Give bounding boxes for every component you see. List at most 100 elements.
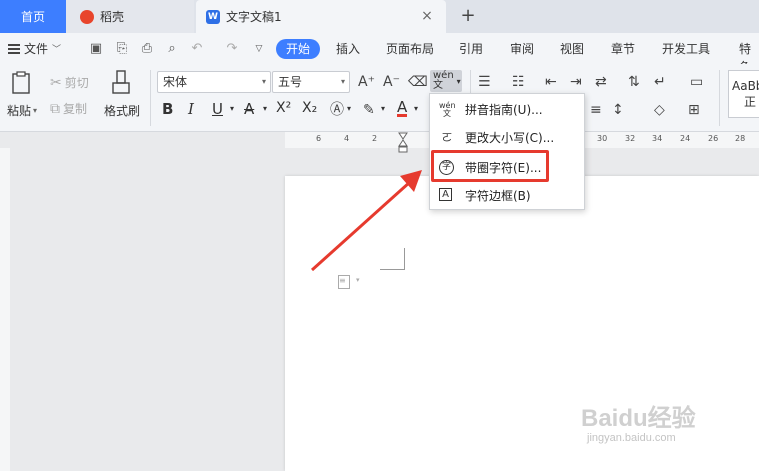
subscript-button[interactable]: X₂ xyxy=(302,100,317,116)
tab-developer[interactable]: 开发工具 xyxy=(662,40,710,58)
bold-button[interactable]: B xyxy=(162,100,173,118)
borders-icon[interactable]: ⊞ xyxy=(688,102,700,118)
increase-font-icon[interactable]: A⁺ xyxy=(358,74,375,90)
line-spacing-icon[interactable]: ↕ xyxy=(612,102,624,118)
scissors-icon: ✂ xyxy=(50,74,62,91)
vertical-ruler[interactable] xyxy=(0,148,10,471)
superscript-button[interactable]: X² xyxy=(276,100,291,116)
chevron-down-icon[interactable]: ▾ xyxy=(230,104,234,113)
save-icon[interactable]: ▣ xyxy=(88,41,104,57)
cut-button[interactable]: ✂ 剪切 xyxy=(50,74,89,91)
underline-button[interactable]: U xyxy=(212,100,223,118)
chevron-down-icon: ▾ xyxy=(33,106,38,115)
copy-button[interactable]: ⧉ 复制 xyxy=(50,100,87,117)
chevron-down-icon: ▾ xyxy=(261,77,266,86)
draft-app-icon xyxy=(80,9,94,24)
undo-icon[interactable]: ↶ xyxy=(189,41,205,57)
font-name-value: 宋体 xyxy=(163,75,188,89)
hamburger-icon xyxy=(8,43,20,54)
increase-indent-icon[interactable]: ⇥ xyxy=(570,74,582,90)
tab-draft-label: 稻壳 xyxy=(100,10,125,24)
close-tab-icon[interactable]: × xyxy=(420,9,434,23)
strikethrough-button[interactable]: A xyxy=(244,100,254,118)
paste-label: 粘贴 xyxy=(7,104,32,118)
tab-view[interactable]: 视图 xyxy=(560,40,584,58)
chevron-down-icon: ﹀ xyxy=(52,45,62,55)
font-name-select[interactable]: 宋体 ▾ xyxy=(157,71,271,93)
table-grid-icon[interactable]: ▭ xyxy=(690,74,703,90)
ribbon: 粘贴 ▾ ✂ 剪切 ⧉ 复制 格式刷 宋体 ▾ 五号 ▾ A⁺ A⁻ ⌫ wén… xyxy=(0,64,759,132)
menu-item-pinyin-guide[interactable]: wén 文 拼音指南(U)... xyxy=(430,96,584,124)
menu-item-label: 拼音指南(U)... xyxy=(465,103,543,117)
pointer-arrow xyxy=(310,170,422,272)
baidu-watermark: Baidu经验 jingyan.baidu.com xyxy=(581,398,721,458)
divider xyxy=(719,70,720,126)
ruler-number: 28 xyxy=(735,134,746,143)
tab-review[interactable]: 审阅 xyxy=(510,40,534,58)
pinyin-guide-button[interactable]: wén 文 ▾ xyxy=(430,70,462,92)
divider xyxy=(150,70,151,126)
paste-icon[interactable] xyxy=(10,70,34,96)
new-tab-icon[interactable]: + xyxy=(458,6,478,26)
font-size-select[interactable]: 五号 ▾ xyxy=(272,71,350,93)
italic-button[interactable]: I xyxy=(188,100,194,118)
chevron-down-icon[interactable]: ▾ xyxy=(347,104,351,113)
shading-icon[interactable]: ◇ xyxy=(654,102,665,118)
highlight-annotation xyxy=(431,150,549,182)
file-menu[interactable]: 文件 ﹀ xyxy=(8,40,61,57)
pinyin-icon: wén 文 xyxy=(439,101,456,118)
ruler-number: 24 xyxy=(680,134,691,143)
font-color-button[interactable]: A xyxy=(397,100,408,117)
watermark-logo-text: Baidu经验 xyxy=(581,405,696,432)
paragraph-mark-icon[interactable]: ↵ xyxy=(654,74,666,90)
ruler-number: 26 xyxy=(708,134,719,143)
tab-document-label: 文字文稿1 xyxy=(226,10,282,24)
chevron-down-icon: ▾ xyxy=(340,77,345,86)
ruler-number: 32 xyxy=(625,134,636,143)
sort-icon[interactable]: ⇅ xyxy=(628,74,640,90)
align-justify-icon[interactable]: ≡ xyxy=(590,102,602,118)
menu-item-character-border[interactable]: A 字符边框(B) xyxy=(430,182,584,210)
menu-item-label: 更改大小写(C)... xyxy=(465,131,555,145)
indent-marker-icon[interactable] xyxy=(398,132,408,154)
tab-chapter[interactable]: 章节 xyxy=(611,40,635,58)
paste-button[interactable]: 粘贴 ▾ xyxy=(7,102,37,119)
tab-references[interactable]: 引用 xyxy=(459,40,483,58)
format-painter-icon[interactable] xyxy=(111,70,131,96)
copy-icon: ⧉ xyxy=(50,100,60,117)
chevron-down-icon[interactable]: ▾ xyxy=(381,104,385,113)
print-icon[interactable]: ⎙ xyxy=(139,41,155,57)
font-size-value: 五号 xyxy=(278,75,303,89)
format-painter-label: 格式刷 xyxy=(104,104,141,118)
export-icon[interactable]: ⎘ xyxy=(114,41,130,57)
text-effect-icon[interactable]: Ⓐ xyxy=(330,102,344,118)
print-preview-icon[interactable]: ⌕ xyxy=(164,41,180,57)
decrease-font-icon[interactable]: A⁻ xyxy=(383,74,400,90)
tab-draft[interactable]: 稻壳 xyxy=(66,0,194,33)
tab-home[interactable]: 首页 xyxy=(0,0,66,33)
style-preview: AaBb xyxy=(732,79,759,93)
tab-page-layout[interactable]: 页面布局 xyxy=(386,40,434,58)
ruler-number: 2 xyxy=(372,134,378,143)
ruler-number: 4 xyxy=(344,134,350,143)
tab-document[interactable]: W 文字文稿1 × xyxy=(196,0,446,33)
style-gallery[interactable]: AaBb 正 xyxy=(728,70,759,118)
writer-doc-icon: W xyxy=(206,9,220,24)
tab-insert[interactable]: 插入 xyxy=(336,40,360,58)
decrease-indent-icon[interactable]: ⇤ xyxy=(545,74,557,90)
highlight-icon[interactable]: ✎ xyxy=(363,102,375,118)
customize-toolbar-icon[interactable]: ▽ xyxy=(251,41,267,57)
chevron-down-icon: ▾ xyxy=(456,76,461,86)
tab-start[interactable]: 开始 xyxy=(276,39,321,59)
bullet-list-icon[interactable]: ☰ xyxy=(478,74,491,90)
tab-special[interactable]: 特色 xyxy=(739,40,759,74)
change-case-icon: ㄛ xyxy=(441,131,453,144)
format-painter-button[interactable]: 格式刷 xyxy=(104,102,140,119)
redo-icon[interactable]: ↷ xyxy=(224,41,240,57)
chevron-down-icon[interactable]: ▾ xyxy=(414,104,418,113)
clear-format-icon[interactable]: ⌫ xyxy=(408,74,428,90)
chevron-down-icon[interactable]: ▾ xyxy=(263,104,267,113)
menu-item-change-case[interactable]: ㄛ 更改大小写(C)... xyxy=(430,124,584,152)
text-direction-icon[interactable]: ⇄ xyxy=(595,74,607,90)
numbered-list-icon[interactable]: ☷ xyxy=(512,74,525,90)
